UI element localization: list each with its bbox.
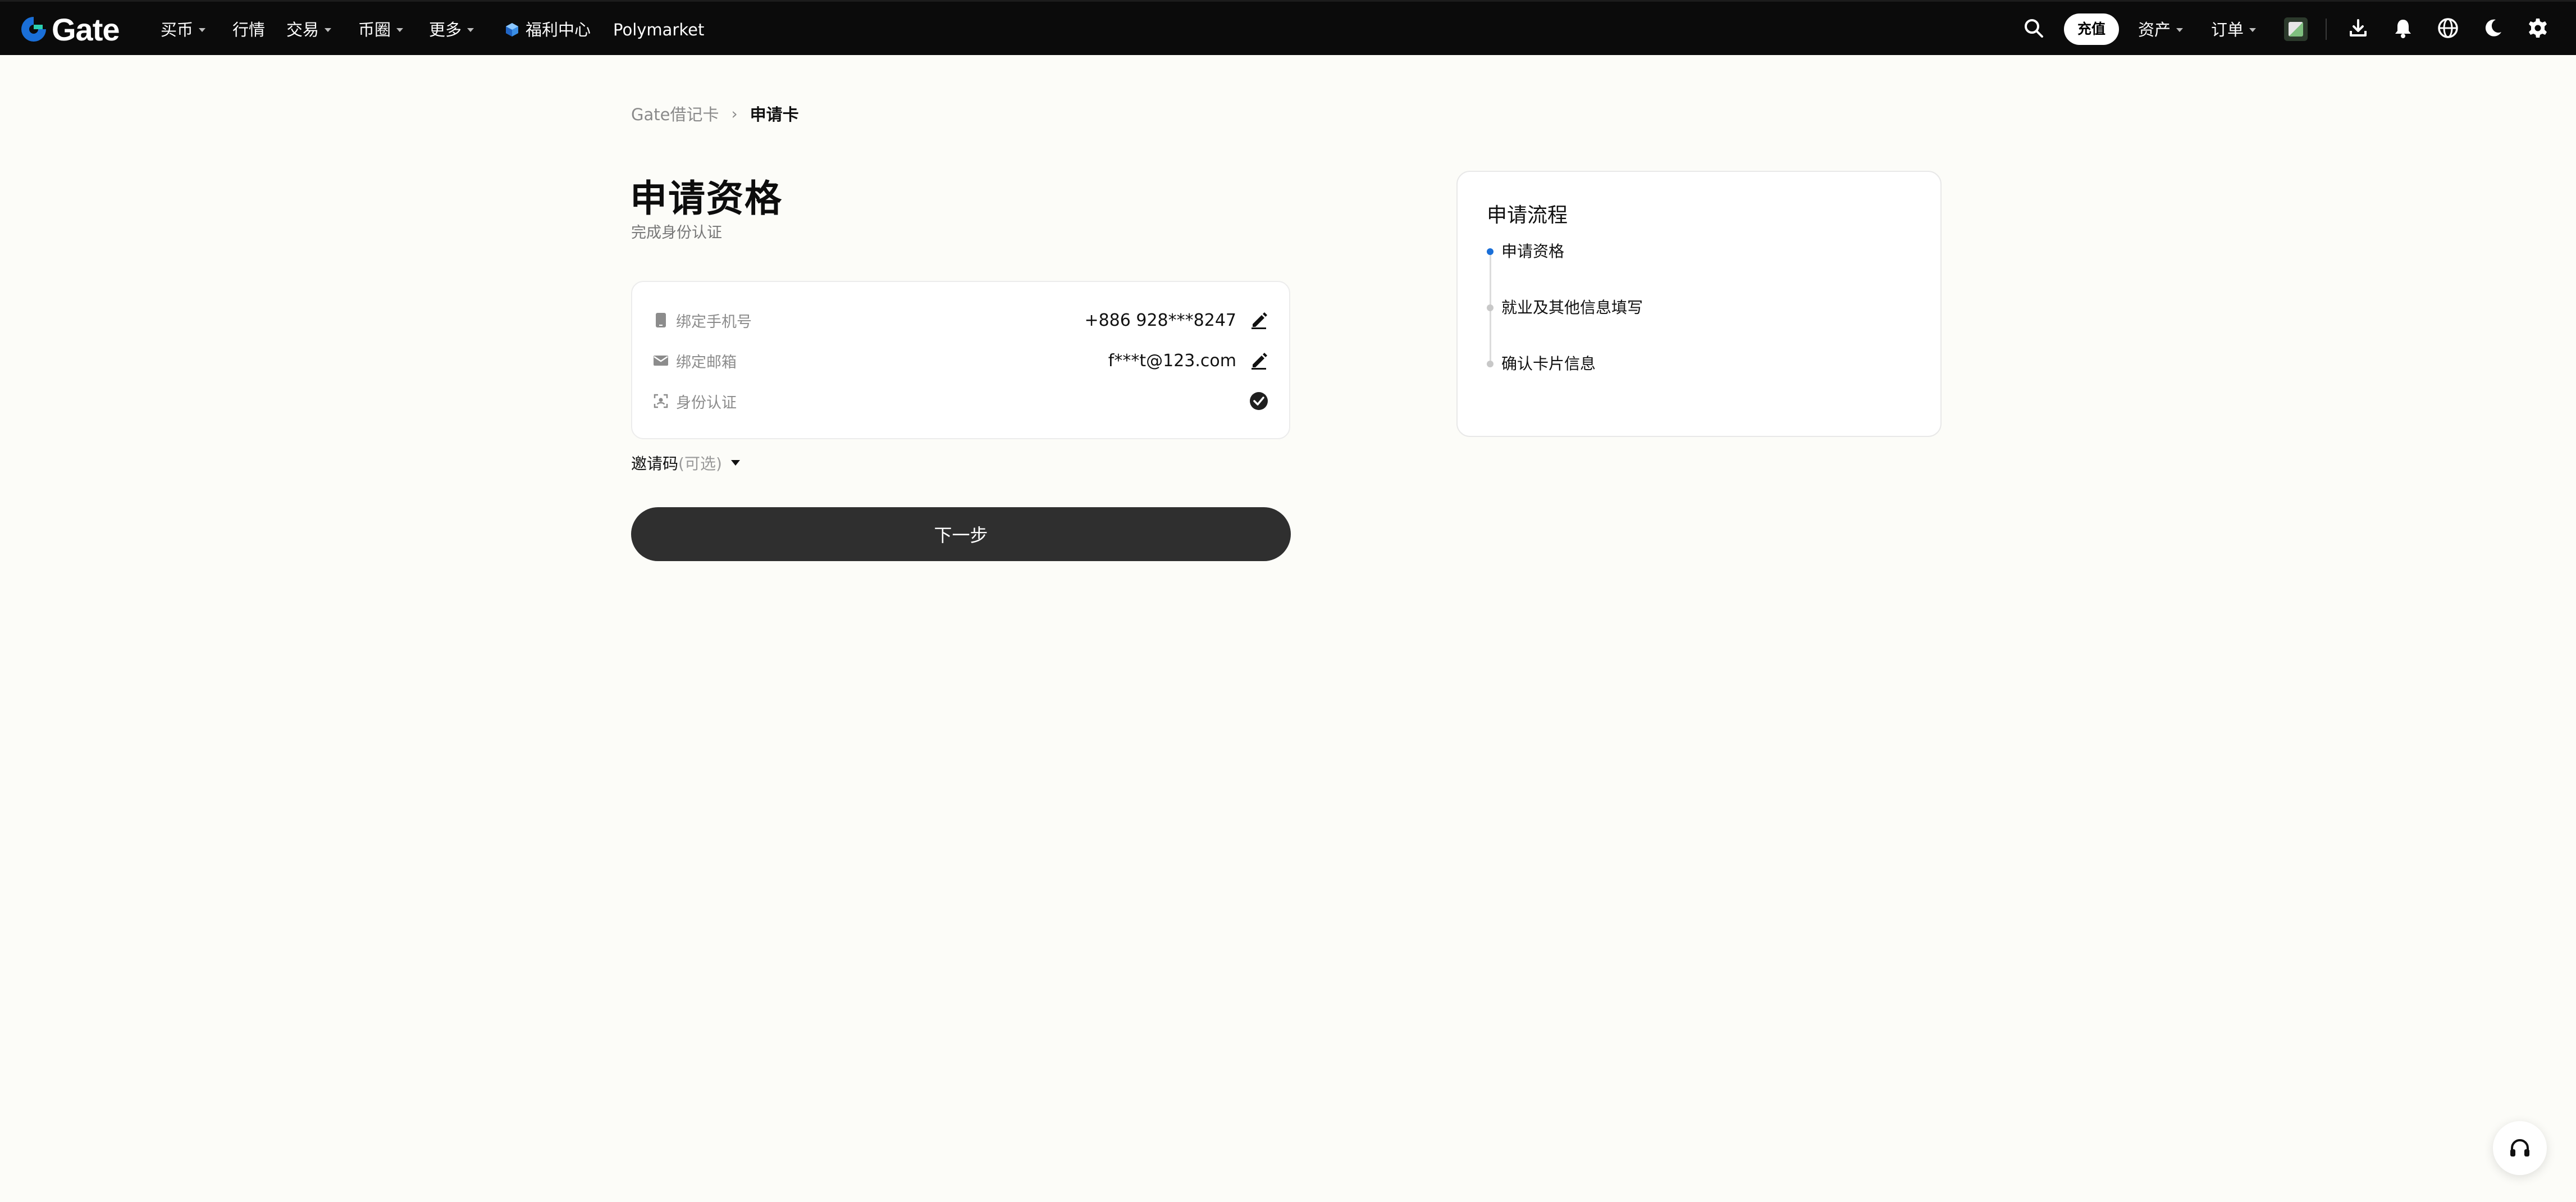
mail-icon (652, 352, 669, 369)
edit-icon[interactable] (1249, 310, 1269, 330)
nav-more[interactable]: 更多 (429, 19, 474, 41)
gate-logo-icon (21, 17, 46, 42)
page-subtitle: 完成身份认证 (631, 224, 722, 242)
email-row: 绑定邮箱 f***t@123.com (652, 349, 1269, 372)
caret-down-icon (396, 28, 404, 32)
caret-down-icon (467, 28, 474, 32)
phone-row: 绑定手机号 +886 928***8247 (652, 309, 1269, 331)
logo-text: Gate (52, 11, 120, 47)
nav-label: 交易 (286, 20, 319, 39)
process-card: 申请流程 申请资格 就业及其他信息填写 确认卡片信息 (1456, 171, 1942, 437)
step-2: 就业及其他信息填写 (1501, 298, 1643, 317)
process-title: 申请流程 (1487, 204, 1568, 227)
nav-buy-crypto[interactable]: 买币 (161, 19, 206, 41)
gate-logo[interactable]: Gate (19, 11, 120, 47)
step-dot (1487, 304, 1493, 311)
breadcrumb: Gate借记卡 › 申请卡 (631, 101, 799, 126)
step-3: 确认卡片信息 (1501, 354, 1596, 373)
invite-label: 邀请码 (631, 454, 679, 473)
caret-down-icon (325, 28, 332, 32)
avatar[interactable] (2284, 17, 2308, 41)
nav-label: 更多 (429, 20, 462, 39)
nav-orders[interactable]: 订单 (2211, 19, 2257, 41)
nav-label: 买币 (161, 20, 194, 39)
id-scan-icon (652, 393, 669, 409)
page-title: 申请资格 (630, 177, 783, 220)
nav-trade[interactable]: 交易 (286, 19, 332, 41)
breadcrumb-root-link[interactable]: Gate借记卡 (631, 102, 719, 125)
phone-value: +886 928***8247 (1084, 310, 1236, 330)
caret-down-icon (2176, 28, 2184, 32)
nav-community[interactable]: 币圈 (358, 19, 404, 41)
cube-icon (506, 23, 518, 37)
phone-label: 绑定手机号 (676, 313, 752, 331)
bell-icon[interactable] (2391, 16, 2415, 40)
gear-icon[interactable] (2525, 16, 2550, 40)
edit-icon[interactable] (1249, 350, 1269, 371)
caret-down-icon (2249, 28, 2257, 32)
nav-label: 福利中心 (526, 20, 591, 39)
customer-support-button[interactable] (2493, 1121, 2547, 1175)
step-dot-active (1487, 248, 1493, 255)
nav-polymarket[interactable]: Polymarket (613, 19, 704, 41)
email-value: f***t@123.com (1108, 350, 1236, 371)
moon-icon[interactable] (2481, 16, 2505, 40)
globe-icon[interactable] (2436, 16, 2460, 40)
email-label: 绑定邮箱 (676, 353, 737, 371)
caret-down-icon (199, 28, 206, 32)
invite-code-toggle[interactable]: 邀请码 (可选) (631, 452, 740, 474)
deposit-button[interactable]: 充值 (2064, 13, 2119, 45)
next-button[interactable]: 下一步 (631, 507, 1291, 561)
chevron-right-icon: › (731, 104, 738, 123)
invite-optional: (可选) (678, 454, 722, 473)
top-nav: Gate 买币 行情 交易 币圈 更多 福利中心 Polymarket 充值 资… (0, 0, 2576, 55)
nav-rewards-center[interactable]: 福利中心 (504, 19, 591, 41)
download-icon[interactable] (2346, 16, 2371, 40)
eligibility-card: 绑定手机号 +886 928***8247 绑定邮箱 f***t@123.com… (631, 281, 1290, 439)
search-icon[interactable] (2021, 16, 2046, 40)
step-dot (1487, 361, 1493, 367)
nav-label: 订单 (2211, 20, 2244, 39)
breadcrumb-current: 申请卡 (750, 105, 799, 124)
headset-icon (2510, 1139, 2529, 1157)
nav-assets[interactable]: 资产 (2138, 19, 2184, 41)
check-icon (1250, 392, 1268, 410)
nav-label: Polymarket (613, 20, 705, 39)
nav-label: 行情 (232, 20, 266, 39)
nav-label: 币圈 (358, 20, 391, 39)
identity-row: 身份认证 (652, 390, 1269, 412)
caret-down-icon (730, 460, 740, 466)
nav-markets[interactable]: 行情 (232, 19, 265, 41)
identity-label: 身份认证 (676, 394, 737, 412)
nav-divider (2326, 19, 2327, 40)
phone-icon (652, 312, 669, 329)
nav-label: 资产 (2138, 20, 2171, 39)
step-1: 申请资格 (1501, 242, 1565, 261)
